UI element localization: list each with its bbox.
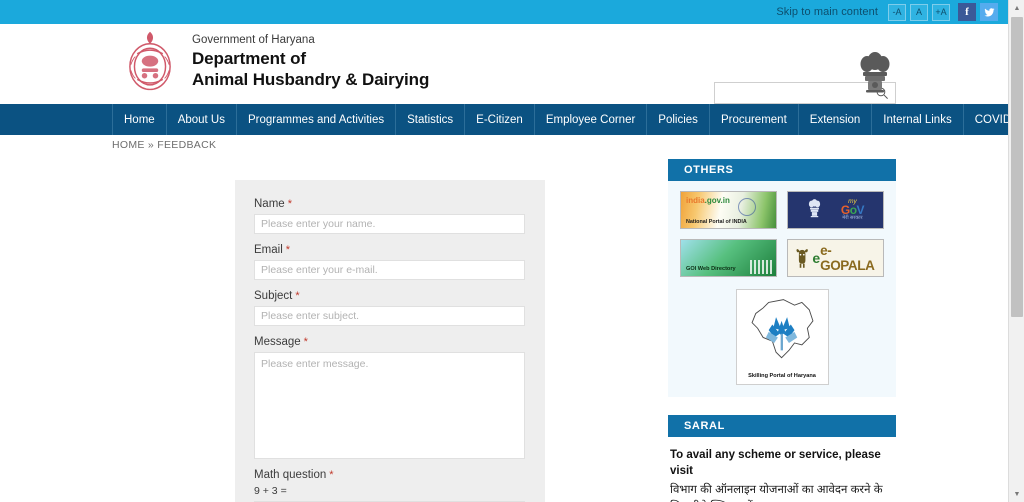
building-silhouette-icon: [750, 260, 772, 274]
scroll-up-arrow-icon[interactable]: ▲: [1009, 0, 1024, 16]
nav-item-procurement[interactable]: Procurement: [710, 104, 799, 135]
brand-block[interactable]: Government of Haryana Department of Anim…: [122, 30, 429, 94]
e-gopala-wordmark: e-GOPALA: [820, 243, 875, 273]
main-navigation: Home About Us Programmes and Activities …: [0, 104, 1024, 135]
banner-mygov[interactable]: my GoV मेरी सरकार: [787, 191, 884, 229]
right-sidebar: OTHERS india.gov.in National Portal of I…: [668, 159, 896, 502]
haryana-state-emblem-icon: [129, 31, 171, 91]
site-header: Government of Haryana Department of Anim…: [0, 24, 1008, 116]
government-line: Government of Haryana: [192, 34, 315, 46]
banner-national-portal-of-india[interactable]: india.gov.in National Portal of INDIA: [680, 191, 777, 229]
banner-caption: National Portal of INDIA: [686, 219, 747, 225]
message-required-marker: *: [303, 336, 308, 348]
saral-section-body: To avail any scheme or service, please v…: [668, 437, 896, 502]
subject-required-marker: *: [295, 290, 300, 302]
saral-hindi-line: विभाग की ऑनलाइन योजनाओं का आवेदन करने के…: [670, 484, 883, 502]
india-gov-wordmark: india.gov.in: [686, 196, 730, 205]
saral-section-header: SARAL: [668, 415, 896, 437]
others-section-body: india.gov.in National Portal of INDIA my: [668, 181, 896, 397]
facebook-icon[interactable]: f: [958, 3, 976, 21]
mygov-hindi-text: मेरी सरकार: [842, 215, 863, 221]
message-label-text: Message: [254, 336, 301, 348]
e-gopala-e: e: [812, 250, 821, 266]
message-label: Message *: [254, 336, 526, 348]
nav-item-employee-corner[interactable]: Employee Corner: [535, 104, 648, 135]
scroll-down-arrow-icon[interactable]: ▼: [1009, 486, 1024, 502]
nav-item-statistics[interactable]: Statistics: [396, 104, 466, 135]
font-size-controls: -A A +A: [888, 3, 950, 21]
nav-item-internal-links[interactable]: Internal Links: [872, 104, 964, 135]
skilling-portal-card[interactable]: Skilling Portal of Haryana: [735, 289, 829, 385]
social-links: f: [958, 3, 998, 21]
math-question-label-text: Math question: [254, 469, 327, 481]
skip-to-main-content-link[interactable]: Skip to main content: [776, 6, 878, 18]
email-required-marker: *: [285, 244, 291, 256]
nav-item-e-citizen[interactable]: E-Citizen: [465, 104, 535, 135]
twitter-icon[interactable]: [980, 3, 998, 21]
name-required-marker: *: [287, 198, 292, 210]
mygov-gov-text: GoV: [840, 203, 865, 217]
nav-item-extension[interactable]: Extension: [799, 104, 873, 135]
email-input[interactable]: [254, 260, 525, 280]
ashoka-pillar-icon: [808, 199, 821, 218]
font-increase-button[interactable]: +A: [932, 3, 950, 21]
banner-caption: GOI Web Directory: [686, 266, 736, 272]
mygov-wordmark: my GoV मेरी सरकार: [840, 198, 865, 222]
haryana-map-icon: [751, 299, 813, 359]
accessibility-topbar: Skip to main content -A A +A f: [0, 0, 1008, 24]
department-line-2: Animal Husbandry & Dairying: [192, 70, 430, 89]
nav-item-programmes[interactable]: Programmes and Activities: [237, 104, 397, 135]
nav-item-home[interactable]: Home: [112, 104, 167, 135]
math-required-marker: *: [329, 469, 334, 481]
brand-text: Government of Haryana Department of Anim…: [192, 30, 429, 90]
nav-item-about-us[interactable]: About Us: [167, 104, 237, 135]
font-normal-button[interactable]: A: [910, 3, 928, 21]
scrollbar-thumb[interactable]: [1011, 17, 1023, 317]
name-input[interactable]: [254, 214, 525, 234]
saral-english-line: To avail any scheme or service, please v…: [670, 449, 881, 477]
ashoka-chakra-icon: [738, 198, 756, 216]
banner-e-gopala[interactable]: e e-GOPALA: [787, 239, 884, 277]
vertical-scrollbar[interactable]: ▲ ▼: [1008, 0, 1024, 502]
banner-goi-web-directory[interactable]: GOI Web Directory: [680, 239, 777, 277]
breadcrumb: HOME » FEEDBACK: [112, 139, 217, 151]
font-decrease-button[interactable]: -A: [888, 3, 906, 21]
ashoka-pillar-icon: [860, 52, 890, 93]
nav-item-policies[interactable]: Policies: [647, 104, 710, 135]
name-label-text: Name: [254, 198, 285, 210]
math-question-label: Math question *: [254, 469, 526, 481]
department-line-1: Department of: [192, 49, 306, 68]
subject-label: Subject *: [254, 290, 526, 302]
banner-grid: india.gov.in National Portal of INDIA my: [680, 191, 884, 277]
email-label-text: Email: [254, 244, 283, 256]
name-label: Name *: [254, 198, 526, 210]
page-root: Skip to main content -A A +A f Governmen…: [0, 0, 1024, 502]
map-caption: Skilling Portal of Haryana: [748, 373, 816, 379]
feedback-form: Name * Email * Subject * Message * Math …: [235, 180, 545, 502]
subject-input[interactable]: [254, 306, 525, 326]
message-textarea[interactable]: [254, 352, 525, 459]
math-question-expression: 9 + 3 =: [254, 485, 287, 497]
cow-icon: [796, 249, 808, 268]
email-label: Email *: [254, 244, 526, 256]
search-input[interactable]: [715, 83, 870, 103]
subject-label-text: Subject: [254, 290, 293, 302]
others-section-header: OTHERS: [668, 159, 896, 181]
